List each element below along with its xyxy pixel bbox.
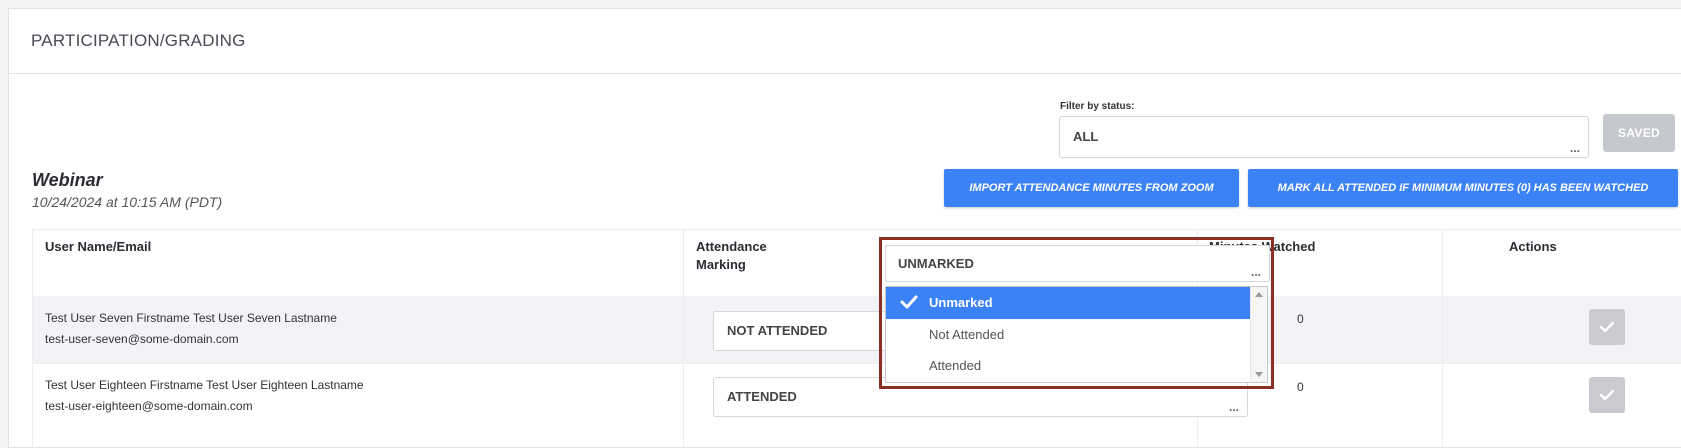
header-user: User Name/Email xyxy=(45,239,152,254)
more-icon: ... xyxy=(1569,141,1580,155)
mark-all-attended-button[interactable]: MARK ALL ATTENDED IF MINIMUM MINUTES (0)… xyxy=(1248,169,1678,207)
session-title: Webinar xyxy=(32,170,103,190)
column-divider xyxy=(683,229,684,448)
user-name: Test User Seven Firstname Test User Seve… xyxy=(45,311,337,325)
scroll-up-icon[interactable] xyxy=(1255,292,1263,297)
more-icon: ... xyxy=(1228,400,1239,414)
minutes-watched: 0 xyxy=(1297,312,1304,326)
user-email: test-user-eighteen@some-domain.com xyxy=(45,399,253,413)
dropdown-option-unmarked[interactable]: Unmarked xyxy=(886,287,1251,319)
dropdown-option-attended[interactable]: Attended xyxy=(886,350,1251,382)
user-email: test-user-seven@some-domain.com xyxy=(45,332,239,346)
saved-button[interactable]: SAVED xyxy=(1603,114,1675,152)
user-cell: Test User Eighteen Firstname Test User E… xyxy=(45,375,364,417)
header-attendance-line1: Attendance xyxy=(696,239,767,254)
column-divider xyxy=(32,229,33,448)
user-cell: Test User Seven Firstname Test User Seve… xyxy=(45,308,337,350)
check-icon xyxy=(900,295,918,309)
dropdown-list: Unmarked Not Attended Attended xyxy=(885,286,1268,383)
attendance-dropdown-select[interactable]: UNMARKED ... xyxy=(885,245,1270,282)
dropdown-option-label: Unmarked xyxy=(929,295,993,310)
user-name: Test User Eighteen Firstname Test User E… xyxy=(45,378,364,392)
more-icon: ... xyxy=(1250,265,1261,279)
header-actions: Actions xyxy=(1509,239,1557,254)
table-header-row xyxy=(32,229,1681,297)
mark-attended-button[interactable] xyxy=(1589,309,1625,345)
dropdown-option-label: Not Attended xyxy=(929,327,1005,342)
dropdown-option-label: Attended xyxy=(929,358,982,373)
dropdown-scrollbar[interactable] xyxy=(1250,287,1267,382)
dropdown-option-not-attended[interactable]: Not Attended xyxy=(886,319,1251,351)
panel-title: PARTICIPATION/GRADING xyxy=(9,9,1681,74)
filter-label: Filter by status: xyxy=(1060,101,1135,112)
dropdown-current-value: UNMARKED xyxy=(898,256,974,271)
import-zoom-minutes-button[interactable]: IMPORT ATTENDANCE MINUTES FROM ZOOM xyxy=(944,169,1239,207)
session-date: 10/24/2024 at 10:15 AM (PDT) xyxy=(32,194,223,210)
mark-attended-button[interactable] xyxy=(1589,377,1625,413)
attendance-value: NOT ATTENDED xyxy=(727,323,828,338)
header-attendance-line2: Marking xyxy=(696,257,746,272)
check-icon xyxy=(1600,321,1614,333)
column-divider xyxy=(1442,229,1443,448)
status-filter-value: ALL xyxy=(1073,129,1099,144)
header-attendance: Attendance Marking xyxy=(696,238,767,274)
minutes-watched: 0 xyxy=(1297,380,1304,394)
status-filter-select[interactable]: ALL ... xyxy=(1059,116,1589,158)
check-icon xyxy=(1600,389,1614,401)
scroll-down-icon[interactable] xyxy=(1255,372,1263,377)
attendance-value: ATTENDED xyxy=(727,389,797,404)
